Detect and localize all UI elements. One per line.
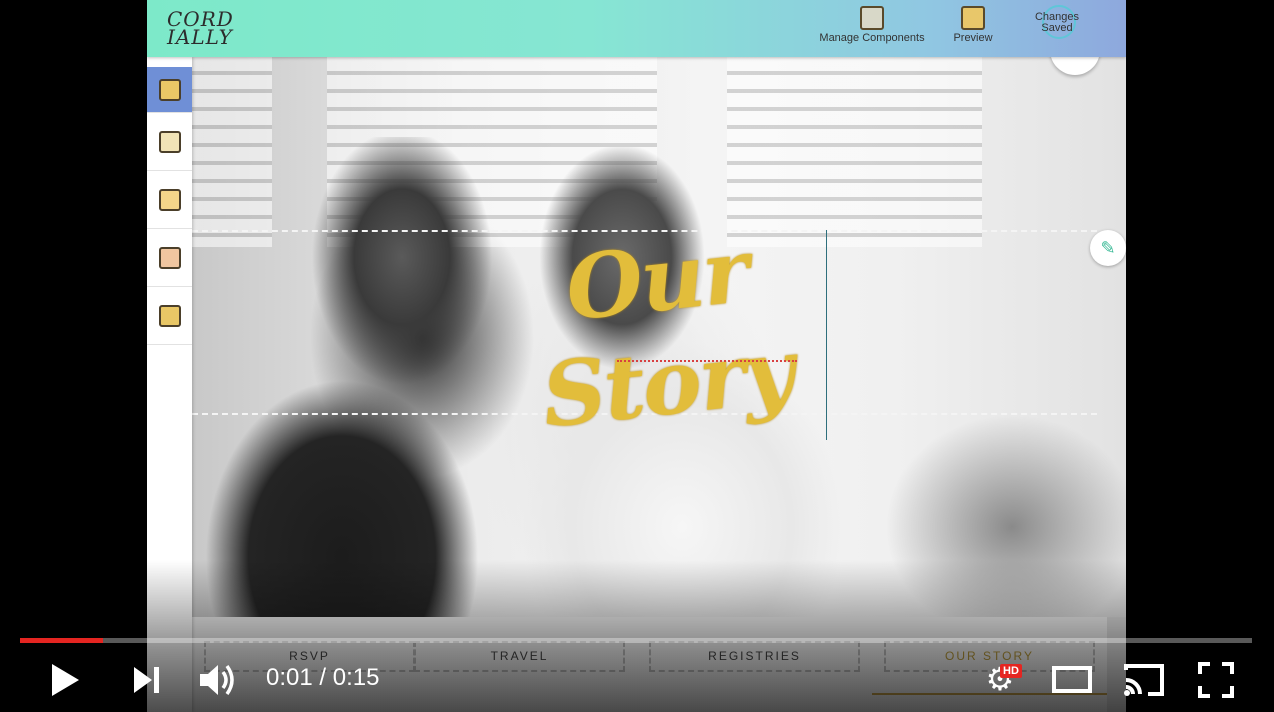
next-bar	[154, 667, 159, 693]
info-card-icon	[158, 78, 181, 101]
sidebar-item-info[interactable]	[147, 67, 192, 113]
play-icon[interactable]	[52, 664, 79, 696]
volume-icon[interactable]	[198, 660, 240, 700]
fullscreen-icon[interactable]	[1198, 662, 1234, 698]
sidebar-item-email[interactable]	[147, 229, 192, 287]
preview-label: Preview	[953, 32, 993, 44]
cordially-logo[interactable]: CORD IALLY	[167, 9, 234, 49]
time-separator: /	[312, 664, 333, 691]
sidebar-item-settings[interactable]	[147, 287, 192, 345]
rsvp-envelope-icon	[158, 188, 181, 211]
video-progress-bar[interactable]	[20, 638, 1252, 643]
nav-item-travel[interactable]: TRAVEL	[414, 641, 625, 672]
settings-gear-icon	[158, 304, 181, 327]
editor-app: CORD IALLY Manage Components Preview Cha…	[147, 0, 1126, 712]
email-envelope-icon	[158, 246, 181, 269]
left-tool-sidebar	[147, 57, 192, 712]
fullscreen-corner	[1198, 662, 1210, 674]
spellcheck-underline	[617, 360, 797, 362]
nav-item-registries[interactable]: REGISTRIES	[649, 641, 860, 672]
time-total: 0:15	[332, 664, 380, 691]
cast-glyph	[1124, 664, 1164, 696]
theater-mode-icon[interactable]	[1052, 666, 1092, 693]
preview-button[interactable]: Preview	[947, 6, 999, 44]
components-icon	[860, 6, 884, 30]
sidebar-item-photo-edit[interactable]	[147, 113, 192, 171]
manage-components-label: Manage Components	[819, 32, 925, 44]
photo-edit-icon	[158, 130, 181, 153]
fullscreen-corner	[1222, 662, 1234, 674]
video-progress-fill	[20, 638, 103, 643]
edit-pencil-icon[interactable]: ✎	[1090, 230, 1126, 266]
preview-icon	[961, 6, 985, 30]
manage-components-button[interactable]: Manage Components	[817, 6, 927, 44]
save-status-line-2: Saved	[1041, 22, 1073, 34]
time-current: 0:01	[266, 664, 313, 691]
hd-badge: HD	[1000, 664, 1022, 678]
cast-icon[interactable]	[1122, 662, 1166, 698]
video-timecode: 0:01 / 0:15	[266, 664, 379, 692]
save-status: Changes Saved	[1031, 12, 1083, 34]
fullscreen-corner	[1198, 686, 1210, 698]
hero-couple-photo[interactable]: Our Story	[192, 57, 1126, 617]
logo-line-2: IALLY	[167, 25, 233, 49]
sidebar-item-rsvp[interactable]	[147, 171, 192, 229]
fullscreen-corner	[1222, 686, 1234, 698]
volume-glyph	[200, 664, 234, 696]
next-icon[interactable]	[134, 667, 162, 693]
top-toolbar: CORD IALLY Manage Components Preview Cha…	[147, 0, 1126, 57]
next-triangle	[134, 667, 152, 693]
